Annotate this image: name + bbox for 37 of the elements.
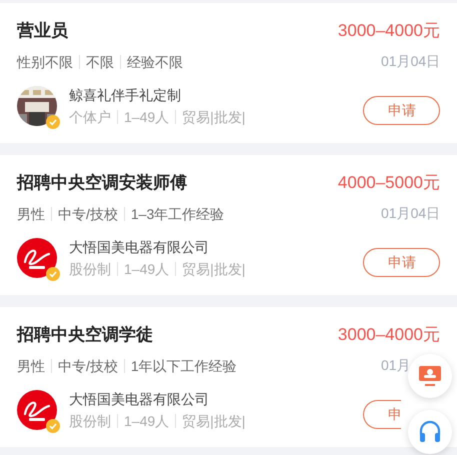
company-info: 股份制 [69,412,111,431]
job-tag: 男性 [17,356,45,376]
company-info: 贸易|批发| [182,412,246,431]
logo-icon [17,238,57,278]
job-title: 招聘中央空调学徒 [17,324,153,346]
salary: 3000–4000元 [338,20,440,42]
job-tag: 1年以下工作经验 [130,356,237,376]
headset-icon [418,420,442,444]
company-info: 个体户 [69,108,111,127]
post-date: 01月04日 [381,205,440,221]
company-name: 鲸喜礼伴手礼定制 [69,86,182,105]
salary: 4000–5000元 [338,172,440,194]
job-card[interactable]: 营业员 3000–4000元 性别不限 不限 经验不限 01月04日 鲸喜礼伴手礼定制 个体户 1–49人 贸易|批发| 申请 [0,3,457,143]
logo-icon [17,390,57,430]
job-tag: 男性 [17,204,45,224]
job-tag: 中专/技校 [58,204,118,224]
monitor-icon [418,365,442,387]
job-tag: 性别不限 [17,52,73,72]
company-info: 贸易|批发| [182,260,246,279]
company-info: 股份制 [69,260,111,279]
job-card[interactable]: 招聘中央空调学徒 3000–4000元 男性 中专/技校 1年以下工作经验 01月 大悟国美电器有限公司 股份制 1–49人 贸易|批发| 申 [0,307,457,447]
post-date: 01月04日 [381,53,440,69]
job-title: 营业员 [17,20,68,42]
company-info: 1–49人 [124,260,170,279]
job-tag: 不限 [86,52,114,72]
job-title: 招聘中央空调安装师傅 [17,172,187,194]
company-name: 大悟国美电器有限公司 [69,238,210,257]
post-date: 01月 [381,357,411,373]
salary: 3000–4000元 [338,324,440,346]
job-tag: 1–3年工作经验 [130,204,224,224]
job-tag: 经验不限 [127,52,183,72]
job-tag: 中专/技校 [58,356,118,376]
company-info: 1–49人 [124,108,170,127]
company-info: 贸易|批发| [182,108,246,127]
job-card[interactable]: 招聘中央空调安装师傅 4000–5000元 男性 中专/技校 1–3年工作经验 01月04日 大悟国美电器有限公司 股份制 1–49人 贸易|批发| 申请 [0,155,457,295]
company-info: 1–49人 [124,412,170,431]
company-name: 大悟国美电器有限公司 [69,390,210,409]
